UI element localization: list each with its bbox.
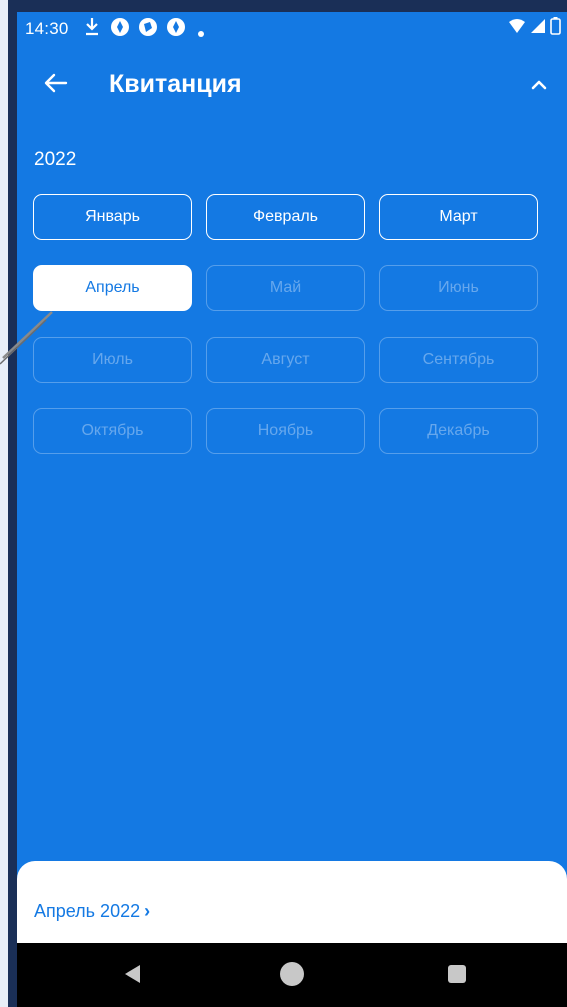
pen-pointer-icon: [0, 311, 53, 365]
download-icon: [83, 16, 101, 43]
app-screen: 14:30 Квитанция 2022 Январь Февраль Март…: [17, 12, 567, 1007]
selected-period-label: Апрель 2022: [34, 901, 141, 921]
app-notification-icon: [165, 16, 187, 43]
month-december: Декабрь: [379, 408, 538, 454]
bottom-sheet: Апрель 2022 ›: [17, 861, 567, 951]
cellular-signal-icon: [530, 18, 546, 39]
dot-icon: [197, 22, 205, 43]
status-time: 14:30: [25, 19, 69, 38]
back-button[interactable]: [39, 66, 73, 100]
chevron-right-icon: ›: [144, 901, 151, 921]
month-january[interactable]: Январь: [33, 194, 192, 240]
month-august: Август: [206, 337, 365, 383]
device-frame: 14:30 Квитанция 2022 Январь Февраль Март…: [8, 0, 567, 1007]
toolbar: Квитанция: [17, 48, 567, 118]
collapse-button[interactable]: [523, 68, 555, 100]
chevron-up-icon: [531, 80, 547, 90]
year-label: 2022: [34, 149, 77, 170]
arrow-left-icon: [44, 73, 68, 93]
nav-back-icon[interactable]: [125, 965, 140, 983]
nav-recents-icon[interactable]: [448, 965, 466, 983]
page-title: Квитанция: [109, 70, 242, 98]
month-november: Ноябрь: [206, 408, 365, 454]
month-october: Октябрь: [33, 408, 192, 454]
nav-home-icon[interactable]: [280, 962, 304, 986]
app-notification-icon: [137, 16, 159, 43]
month-march[interactable]: Март: [379, 194, 538, 240]
status-bar: 14:30: [17, 12, 567, 48]
month-may: Май: [206, 265, 365, 311]
status-right-icons: [508, 17, 561, 40]
battery-icon: [550, 17, 561, 40]
month-september: Сентябрь: [379, 337, 538, 383]
month-june: Июнь: [379, 265, 538, 311]
month-february[interactable]: Февраль: [206, 194, 365, 240]
wifi-icon: [508, 18, 526, 39]
selected-period-link[interactable]: Апрель 2022 ›: [34, 901, 150, 922]
system-nav-bar: [17, 943, 567, 1007]
app-notification-icon: [109, 16, 131, 43]
